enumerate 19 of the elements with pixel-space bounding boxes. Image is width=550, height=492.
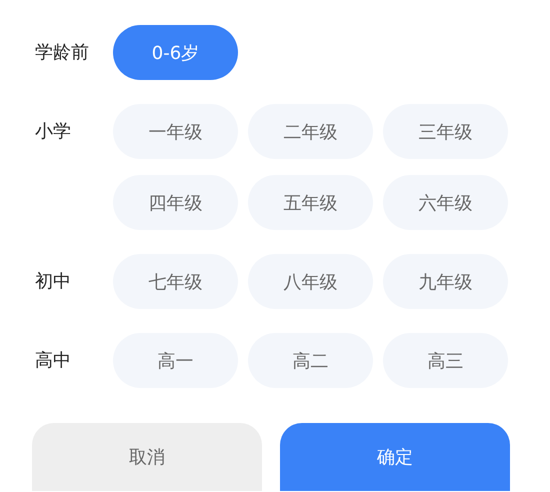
grade-option[interactable]: 二年级	[248, 104, 373, 159]
grade-option[interactable]: 九年级	[383, 254, 508, 309]
grade-option[interactable]: 0-6岁	[113, 25, 238, 80]
grade-level-label: 初中	[35, 270, 72, 294]
grade-option[interactable]: 五年级	[248, 175, 373, 230]
confirm-button[interactable]: 确定	[280, 423, 510, 491]
grade-option[interactable]: 高一	[113, 333, 238, 388]
grade-option[interactable]: 六年级	[383, 175, 508, 230]
grade-level-label: 小学	[35, 120, 72, 144]
grade-option[interactable]: 四年级	[113, 175, 238, 230]
grade-option[interactable]: 一年级	[113, 104, 238, 159]
grade-level-label: 高中	[35, 349, 72, 373]
cancel-button[interactable]: 取消	[32, 423, 262, 491]
grade-option[interactable]: 高二	[248, 333, 373, 388]
grade-level-label: 学龄前	[35, 41, 90, 65]
grade-option[interactable]: 八年级	[248, 254, 373, 309]
grade-option[interactable]: 高三	[383, 333, 508, 388]
grade-option[interactable]: 七年级	[113, 254, 238, 309]
grade-option[interactable]: 三年级	[383, 104, 508, 159]
